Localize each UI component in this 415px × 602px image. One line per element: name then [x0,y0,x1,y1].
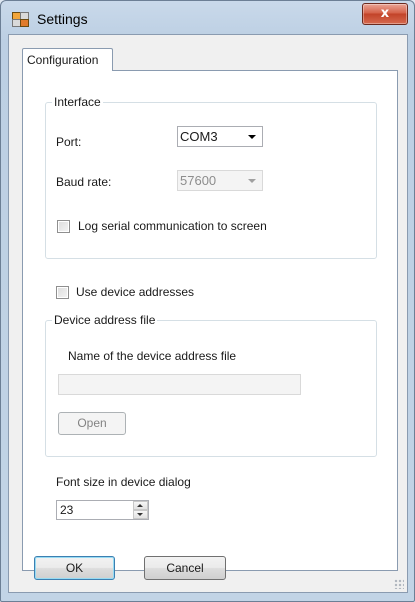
settings-window: Settings x Configuration Interface Port:… [0,0,415,602]
font-size-stepper[interactable]: 23 [56,500,149,520]
cancel-button[interactable]: Cancel [144,556,226,580]
device-file-input[interactable] [58,374,301,395]
open-button[interactable]: Open [58,412,126,435]
device-address-file-group-title: Device address file [52,313,158,327]
spin-down-icon[interactable] [133,510,148,519]
log-serial-label[interactable]: Log serial communication to screen [78,219,267,233]
title-bar[interactable]: Settings x [1,1,414,35]
log-serial-checkbox[interactable] [57,220,70,233]
ok-button[interactable]: OK [34,556,115,580]
configuration-tab-panel: Interface Port: COM3 Baud rate: 57600 Lo… [22,70,398,571]
device-file-name-label: Name of the device address file [68,349,237,363]
window-title: Settings [37,11,88,27]
font-size-value: 23 [60,503,74,517]
ok-button-label: OK [65,561,84,575]
port-label: Port: [56,135,82,149]
close-button[interactable]: x [362,3,408,25]
use-device-addresses-checkbox[interactable] [56,286,69,299]
baud-rate-select[interactable]: 57600 [177,170,263,191]
port-select[interactable]: COM3 [177,126,263,147]
open-button-label: Open [77,416,107,430]
close-icon: x [380,6,390,21]
port-value: COM3 [180,129,218,144]
device-address-file-group: Device address file Name of the device a… [45,313,377,457]
use-device-addresses-label[interactable]: Use device addresses [76,285,194,299]
resize-grip-icon[interactable] [394,579,404,589]
spin-up-icon[interactable] [133,501,148,510]
baud-rate-value: 57600 [180,173,217,188]
dropdown-arrow-icon [248,135,256,139]
dialog-client-area: Configuration Interface Port: COM3 Baud … [8,34,408,593]
interface-group: Interface Port: COM3 Baud rate: 57600 Lo… [45,95,377,259]
app-icon [12,12,29,27]
interface-group-title: Interface [52,95,103,109]
baud-rate-label: Baud rate: [56,175,112,189]
tab-configuration[interactable]: Configuration [22,48,113,71]
cancel-button-label: Cancel [166,561,204,575]
dropdown-arrow-icon [248,179,256,183]
font-size-label: Font size in device dialog [56,475,191,489]
